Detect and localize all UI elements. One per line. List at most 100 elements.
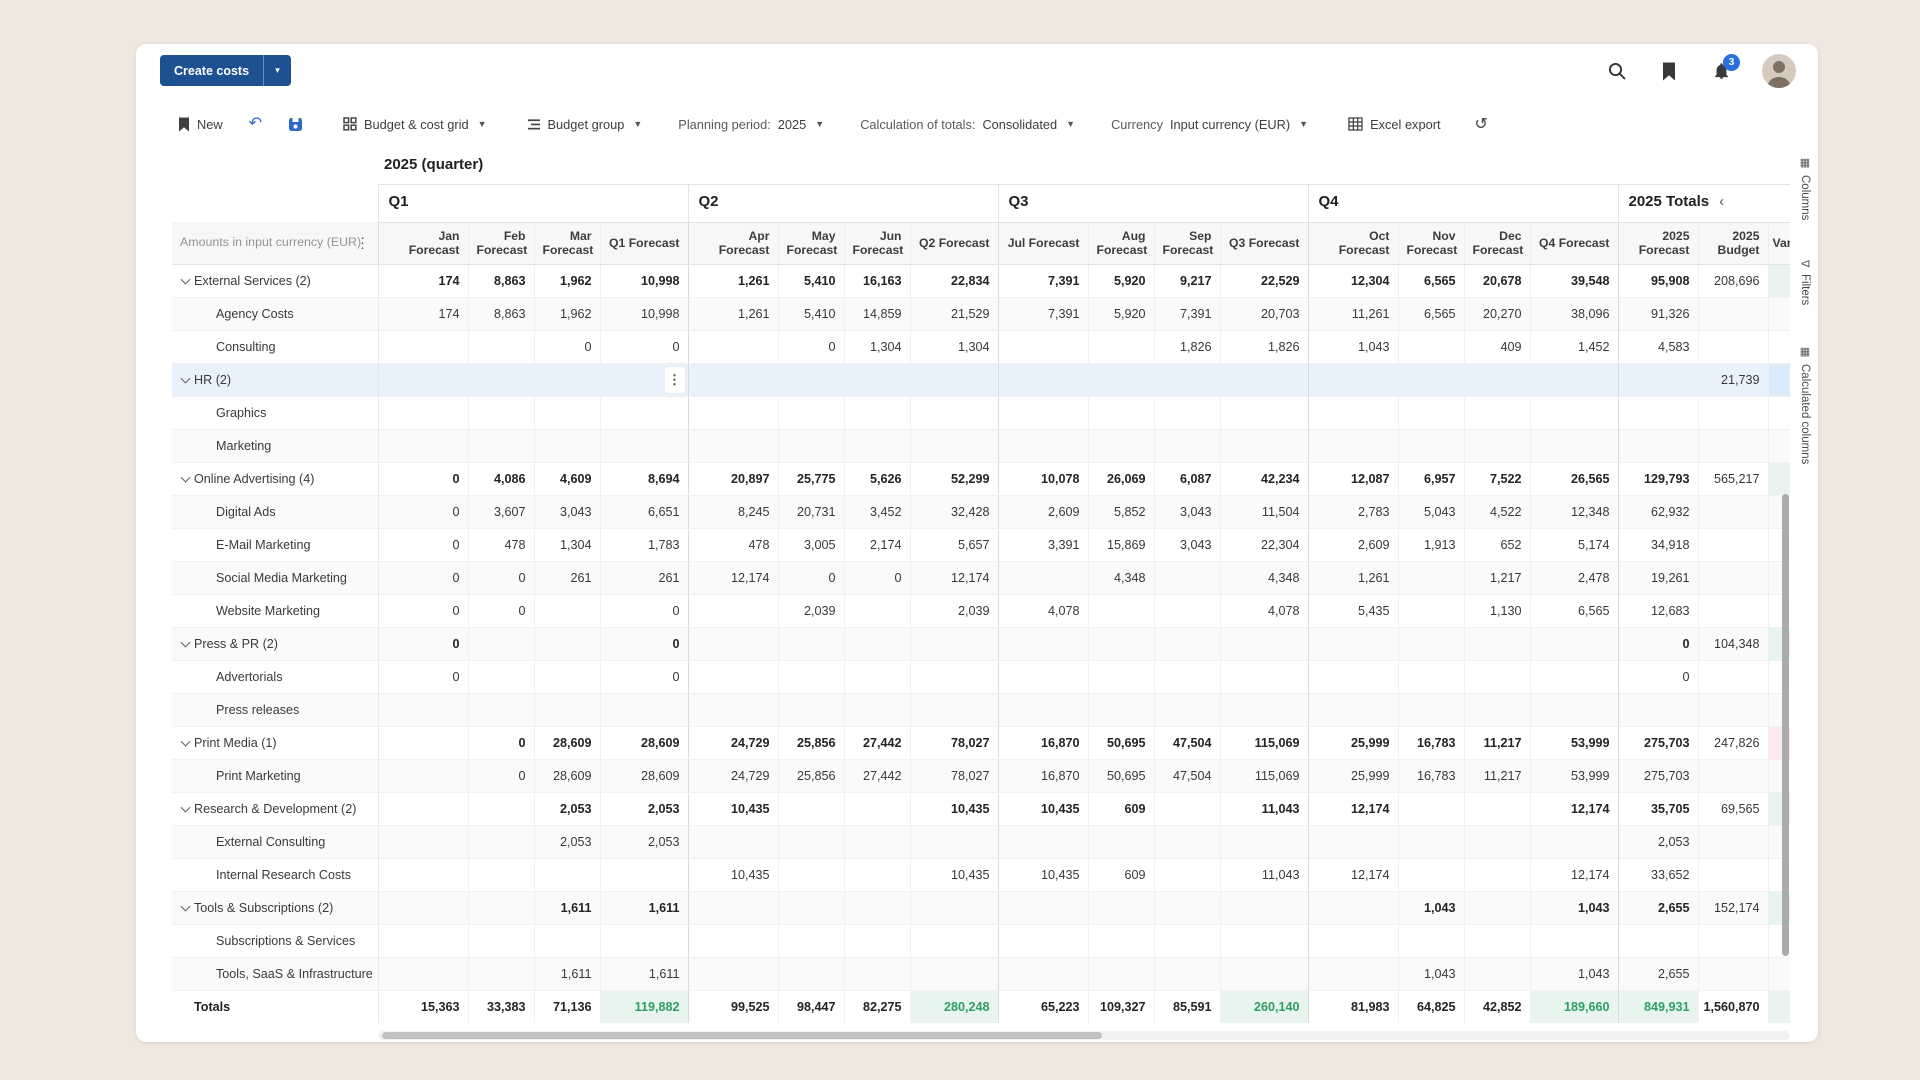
grid-cell[interactable]: 1,043 — [1530, 891, 1618, 924]
grid-cell[interactable] — [534, 429, 600, 462]
grid-cell[interactable] — [910, 363, 998, 396]
grid-cell[interactable]: 21,529 — [910, 297, 998, 330]
grid-cell[interactable]: 7,391 — [998, 264, 1088, 297]
grid-cell[interactable]: 0 — [778, 330, 844, 363]
grid-cell[interactable]: 12,087 — [1308, 462, 1398, 495]
grid-cell[interactable] — [1088, 330, 1154, 363]
grid-cell[interactable] — [688, 891, 778, 924]
grid-cell[interactable]: 275,703 — [1618, 726, 1698, 759]
grid-cell[interactable]: 5,626 — [844, 462, 910, 495]
tab-filters[interactable]: ∇ Filters — [1799, 260, 1812, 305]
grid-cell[interactable]: 7,391 — [1154, 297, 1220, 330]
grid-cell[interactable] — [778, 396, 844, 429]
grid-cell[interactable] — [844, 858, 910, 891]
grid-cell[interactable]: 115,069 — [1220, 759, 1308, 792]
vertical-scrollbar-thumb[interactable] — [1782, 494, 1789, 956]
grid-cell[interactable]: 91,326 — [1618, 297, 1698, 330]
grid-cell[interactable]: 4,522 — [1464, 495, 1530, 528]
grid-cell[interactable] — [778, 429, 844, 462]
grid-cell[interactable] — [468, 957, 534, 990]
grid-cell[interactable] — [1088, 891, 1154, 924]
grid-cell[interactable]: 478 — [688, 528, 778, 561]
grid-cell[interactable] — [778, 858, 844, 891]
grid-cell[interactable]: 6,651 — [600, 495, 688, 528]
grid-cell[interactable]: 0 — [378, 495, 468, 528]
grid-cell[interactable] — [1464, 363, 1530, 396]
grid-cell[interactable] — [1088, 396, 1154, 429]
grid-cell[interactable]: 208,696 — [1698, 264, 1768, 297]
grid-cell[interactable]: 8,863 — [468, 297, 534, 330]
row-label[interactable]: Print Marketing — [172, 759, 378, 792]
grid-cell[interactable]: 174 — [378, 264, 468, 297]
grid-cell[interactable] — [1088, 429, 1154, 462]
grid-cell[interactable]: 0 — [600, 627, 688, 660]
grid-cell[interactable] — [844, 924, 910, 957]
grid-cell[interactable] — [534, 594, 600, 627]
grid-cell[interactable]: 1,304 — [534, 528, 600, 561]
variance-cell[interactable] — [1768, 990, 1790, 1023]
grid-cell[interactable]: 16,870 — [998, 726, 1088, 759]
grid-cell[interactable] — [844, 627, 910, 660]
row-label[interactable]: Print Media (1) — [172, 726, 378, 759]
grid-cell[interactable] — [1464, 957, 1530, 990]
grid-cell[interactable]: 0 — [378, 528, 468, 561]
grid-cell[interactable] — [998, 891, 1088, 924]
grid-cell[interactable]: 7,391 — [998, 297, 1088, 330]
grid-cell[interactable]: 0 — [844, 561, 910, 594]
grid-cell[interactable]: 5,174 — [1530, 528, 1618, 561]
grid-cell[interactable] — [1308, 363, 1398, 396]
row-label[interactable]: Website Marketing — [172, 594, 378, 627]
variance-cell[interactable] — [1768, 462, 1790, 495]
grid-cell[interactable] — [998, 363, 1088, 396]
grid-cell[interactable]: 2,478 — [1530, 561, 1618, 594]
grid-cell[interactable] — [378, 825, 468, 858]
grid-cell[interactable] — [1308, 660, 1398, 693]
grid-cell[interactable]: 33,652 — [1618, 858, 1698, 891]
grid-cell[interactable]: 1,611 — [600, 957, 688, 990]
grid-cell[interactable]: 9,217 — [1154, 264, 1220, 297]
grid-cell[interactable] — [844, 660, 910, 693]
grid-cell[interactable]: 0 — [1618, 627, 1698, 660]
row-label[interactable]: Tools & Subscriptions (2) — [172, 891, 378, 924]
grid-cell[interactable] — [468, 396, 534, 429]
grid-cell[interactable] — [468, 858, 534, 891]
grid-cell[interactable]: 42,234 — [1220, 462, 1308, 495]
grid-cell[interactable] — [378, 429, 468, 462]
grid-cell[interactable]: 2,655 — [1618, 891, 1698, 924]
grid-cell[interactable] — [378, 726, 468, 759]
grid-cell[interactable]: 1,452 — [1530, 330, 1618, 363]
grid-cell[interactable] — [1154, 858, 1220, 891]
grid-cell[interactable]: 7,522 — [1464, 462, 1530, 495]
grid-cell[interactable]: 16,870 — [998, 759, 1088, 792]
grid-cell[interactable] — [1088, 627, 1154, 660]
grid-cell[interactable]: 5,920 — [1088, 297, 1154, 330]
grid-cell[interactable] — [844, 792, 910, 825]
grid-cell[interactable]: 280,248 — [910, 990, 998, 1023]
grid-cell[interactable]: 2,053 — [1618, 825, 1698, 858]
grid-cell[interactable]: 10,435 — [998, 792, 1088, 825]
grid-cell[interactable]: 15,363 — [378, 990, 468, 1023]
grid-cell[interactable] — [1464, 693, 1530, 726]
create-costs-caret[interactable]: ▾ — [263, 55, 291, 86]
grid-cell[interactable] — [998, 825, 1088, 858]
tab-columns[interactable]: ▦ Columns — [1799, 156, 1812, 220]
row-label[interactable]: Press releases — [172, 693, 378, 726]
grid-cell[interactable] — [1698, 429, 1768, 462]
grid-cell[interactable]: 849,931 — [1618, 990, 1698, 1023]
grid-cell[interactable]: 565,217 — [1698, 462, 1768, 495]
grid-cell[interactable] — [378, 891, 468, 924]
grid-cell[interactable]: 261 — [534, 561, 600, 594]
grid-cell[interactable]: 16,783 — [1398, 726, 1464, 759]
grid-cell[interactable] — [998, 561, 1088, 594]
grid-cell[interactable] — [1088, 363, 1154, 396]
grid-cell[interactable]: 5,657 — [910, 528, 998, 561]
grid-cell[interactable] — [1464, 891, 1530, 924]
grid-cell[interactable] — [1464, 858, 1530, 891]
grid-cell[interactable] — [1698, 495, 1768, 528]
grid-cell[interactable] — [998, 660, 1088, 693]
variance-cell[interactable] — [1768, 957, 1790, 990]
grid-cell[interactable]: 260,140 — [1220, 990, 1308, 1023]
grid-cell[interactable] — [1154, 792, 1220, 825]
grid-cell[interactable]: 409 — [1464, 330, 1530, 363]
grid-cell[interactable]: 0 — [468, 594, 534, 627]
